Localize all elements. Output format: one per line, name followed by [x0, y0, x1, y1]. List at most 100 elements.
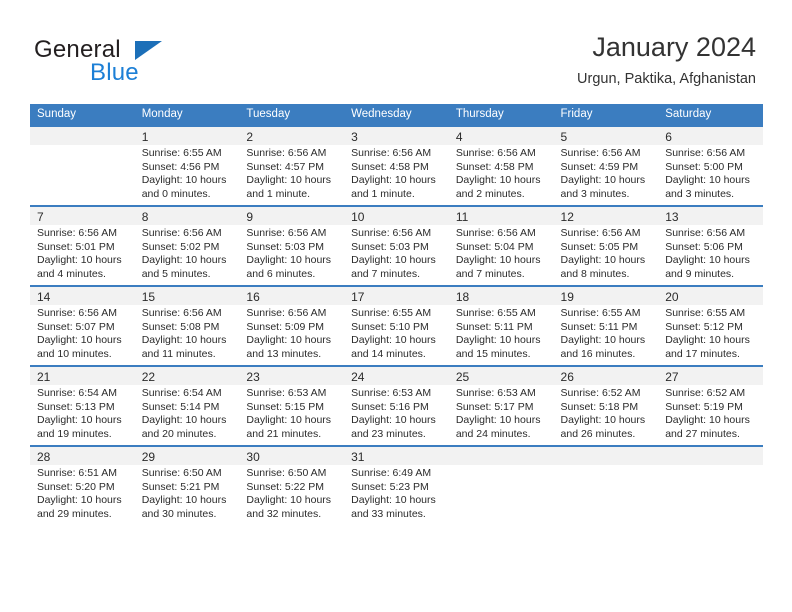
sunrise-text: Sunrise: 6:56 AM [665, 227, 746, 239]
weekday-header-thursday: Thursday [448, 104, 554, 125]
day-number: 7 [30, 205, 135, 225]
day-inner: 28 Sunrise: 6:51 AM Sunset: 5:20 PM Dayligh… [30, 445, 135, 525]
day-number: 18 [448, 285, 554, 305]
calendar-day-cell[interactable]: 31 Sunrise: 6:49 AM Sunset: 5:23 PM Dayligh… [344, 445, 449, 525]
page-header: General Blue January 2024 Urgun, Paktika… [0, 0, 792, 100]
sunrise-text: Sunrise: 6:51 AM [37, 467, 117, 479]
day-details: Sunrise: 6:52 AM Sunset: 5:18 PM Daylight:… [554, 385, 659, 441]
calendar-day-cell[interactable]: 1 Sunrise: 6:55 AM Sunset: 4:56 PM Daylight… [134, 125, 240, 205]
day-inner: 13 Sunrise: 6:56 AM Sunset: 5:06 PM Dayligh… [658, 205, 763, 285]
calendar-day-cell[interactable]: 12 Sunrise: 6:56 AM Sunset: 5:05 PM Dayligh… [553, 205, 659, 285]
page-title: January 2024 [592, 32, 756, 62]
daylight-text: Daylight: 10 hours and 3 minutes. [665, 174, 750, 200]
calendar-day-cell[interactable]: 19 Sunrise: 6:55 AM Sunset: 5:11 PM Dayligh… [553, 285, 659, 365]
day-details: Sunrise: 6:56 AM Sunset: 5:08 PM Daylight:… [135, 305, 240, 361]
daylight-text: Daylight: 10 hours and 1 minute. [246, 174, 332, 200]
day-inner: 21 Sunrise: 6:54 AM Sunset: 5:13 PM Dayligh… [30, 365, 135, 445]
calendar-day-cell[interactable]: 24 Sunrise: 6:53 AM Sunset: 5:16 PM Dayligh… [344, 365, 449, 445]
calendar-day-cell[interactable]: 6 Sunrise: 6:56 AM Sunset: 5:00 PM Daylight… [658, 125, 763, 205]
sunset-text: Sunset: 4:56 PM [141, 160, 220, 173]
calendar-day-cell[interactable]: 4 Sunrise: 6:56 AM Sunset: 4:58 PM Daylight… [448, 125, 554, 205]
calendar-day-cell[interactable]: 18 Sunrise: 6:55 AM Sunset: 5:11 PM Dayligh… [448, 285, 554, 365]
day-details: Sunrise: 6:55 AM Sunset: 5:11 PM Daylight:… [449, 305, 554, 361]
day-number: 6 [658, 125, 763, 145]
daylight-text: Daylight: 10 hours and 29 minutes. [37, 494, 122, 520]
daylight-text: Daylight: 10 hours and 4 minutes. [37, 254, 122, 280]
day-number: 16 [239, 285, 345, 305]
sunset-text: Sunset: 4:58 PM [351, 160, 429, 173]
day-details: Sunrise: 6:56 AM Sunset: 4:58 PM Daylight:… [344, 145, 449, 201]
calendar-day-cell[interactable]: 27 Sunrise: 6:52 AM Sunset: 5:19 PM Dayligh… [658, 365, 763, 445]
sunset-text: Sunset: 4:59 PM [560, 160, 639, 173]
calendar-day-cell[interactable]: 29 Sunrise: 6:50 AM Sunset: 5:21 PM Dayligh… [134, 445, 240, 525]
day-number [658, 445, 763, 465]
calendar-day-cell[interactable]: 8 Sunrise: 6:56 AM Sunset: 5:02 PM Daylight… [134, 205, 240, 285]
day-number [553, 445, 659, 465]
logo-triangle-icon [135, 41, 162, 60]
daylight-text: Daylight: 10 hours and 26 minutes. [560, 414, 646, 440]
weekday-header-friday: Friday [553, 104, 659, 125]
calendar-day-cell[interactable]: 15 Sunrise: 6:56 AM Sunset: 5:08 PM Dayligh… [134, 285, 240, 365]
sunset-text: Sunset: 5:23 PM [351, 480, 429, 493]
calendar-day-cell[interactable]: 23 Sunrise: 6:53 AM Sunset: 5:15 PM Dayligh… [239, 365, 345, 445]
calendar-day-cell[interactable]: 7 Sunrise: 6:56 AM Sunset: 5:01 PM Daylight… [30, 205, 135, 285]
sunset-text: Sunset: 5:19 PM [665, 400, 743, 413]
day-details: Sunrise: 6:56 AM Sunset: 5:09 PM Daylight:… [239, 305, 344, 361]
day-inner: 18 Sunrise: 6:55 AM Sunset: 5:11 PM Dayligh… [448, 285, 554, 365]
day-details: Sunrise: 6:56 AM Sunset: 5:04 PM Daylight:… [449, 225, 554, 281]
calendar-day-cell[interactable]: 11 Sunrise: 6:56 AM Sunset: 5:04 PM Dayligh… [448, 205, 554, 285]
day-number: 30 [239, 445, 345, 465]
day-inner: 6 Sunrise: 6:56 AM Sunset: 5:00 PM Daylight… [658, 125, 763, 205]
sunset-text: Sunset: 5:13 PM [37, 400, 115, 413]
day-inner: 27 Sunrise: 6:52 AM Sunset: 5:19 PM Dayligh… [658, 365, 763, 445]
calendar-day-cell[interactable]: 13 Sunrise: 6:56 AM Sunset: 5:06 PM Dayligh… [658, 205, 763, 285]
day-inner: 26 Sunrise: 6:52 AM Sunset: 5:18 PM Dayligh… [553, 365, 659, 445]
day-inner: 11 Sunrise: 6:56 AM Sunset: 5:04 PM Dayligh… [448, 205, 554, 285]
daylight-text: Daylight: 10 hours and 7 minutes. [455, 254, 541, 280]
calendar-page: General Blue January 2024 Urgun, Paktika… [0, 0, 792, 612]
day-inner: 3 Sunrise: 6:56 AM Sunset: 4:58 PM Daylight… [344, 125, 449, 205]
daylight-text: Daylight: 10 hours and 8 minutes. [560, 254, 646, 280]
sunrise-text: Sunrise: 6:56 AM [141, 227, 222, 239]
daylight-text: Daylight: 10 hours and 21 minutes. [246, 414, 332, 440]
calendar-day-cell[interactable]: 26 Sunrise: 6:52 AM Sunset: 5:18 PM Dayligh… [553, 365, 659, 445]
calendar-day-cell[interactable]: 17 Sunrise: 6:55 AM Sunset: 5:10 PM Dayligh… [344, 285, 449, 365]
daylight-text: Daylight: 10 hours and 27 minutes. [665, 414, 750, 440]
calendar-day-cell[interactable]: 14 Sunrise: 6:56 AM Sunset: 5:07 PM Dayligh… [30, 285, 135, 365]
calendar-day-cell[interactable]: 21 Sunrise: 6:54 AM Sunset: 5:13 PM Dayligh… [30, 365, 135, 445]
sunset-text: Sunset: 5:15 PM [246, 400, 325, 413]
day-number: 28 [30, 445, 135, 465]
sunset-text: Sunset: 5:02 PM [141, 240, 220, 253]
sunset-text: Sunset: 5:03 PM [246, 240, 325, 253]
day-inner: 5 Sunrise: 6:56 AM Sunset: 4:59 PM Daylight… [553, 125, 659, 205]
sunrise-text: Sunrise: 6:56 AM [351, 147, 432, 159]
calendar-day-cell[interactable]: 3 Sunrise: 6:56 AM Sunset: 4:58 PM Daylight… [344, 125, 449, 205]
calendar-day-cell[interactable]: 20 Sunrise: 6:55 AM Sunset: 5:12 PM Dayligh… [658, 285, 763, 365]
day-details: Sunrise: 6:56 AM Sunset: 5:00 PM Daylight:… [658, 145, 763, 201]
day-details: Sunrise: 6:51 AM Sunset: 5:20 PM Daylight:… [30, 465, 135, 521]
day-details: Sunrise: 6:55 AM Sunset: 4:56 PM Daylight:… [135, 145, 240, 201]
day-inner [553, 445, 659, 525]
daylight-text: Daylight: 10 hours and 32 minutes. [246, 494, 332, 520]
day-details: Sunrise: 6:56 AM Sunset: 5:06 PM Daylight:… [658, 225, 763, 281]
daylight-text: Daylight: 10 hours and 1 minute. [351, 174, 436, 200]
calendar-day-cell[interactable]: 22 Sunrise: 6:54 AM Sunset: 5:14 PM Dayligh… [134, 365, 240, 445]
weekday-header-sunday: Sunday [30, 104, 135, 125]
sunset-text: Sunset: 5:16 PM [351, 400, 429, 413]
calendar-day-cell[interactable]: 28 Sunrise: 6:51 AM Sunset: 5:20 PM Dayligh… [30, 445, 135, 525]
sunset-text: Sunset: 4:58 PM [455, 160, 534, 173]
day-details: Sunrise: 6:56 AM Sunset: 4:58 PM Daylight:… [449, 145, 554, 201]
calendar-day-cell[interactable]: 25 Sunrise: 6:53 AM Sunset: 5:17 PM Dayligh… [448, 365, 554, 445]
calendar-day-cell[interactable]: 5 Sunrise: 6:56 AM Sunset: 4:59 PM Daylight… [553, 125, 659, 205]
calendar-day-cell[interactable]: 16 Sunrise: 6:56 AM Sunset: 5:09 PM Dayligh… [239, 285, 345, 365]
day-inner: 2 Sunrise: 6:56 AM Sunset: 4:57 PM Daylight… [239, 125, 345, 205]
day-inner: 12 Sunrise: 6:56 AM Sunset: 5:05 PM Dayligh… [553, 205, 659, 285]
title-block: January 2024 Urgun, Paktika, Afghanistan [577, 30, 756, 90]
calendar-day-cell[interactable]: 9 Sunrise: 6:56 AM Sunset: 5:03 PM Daylight… [239, 205, 345, 285]
day-details: Sunrise: 6:49 AM Sunset: 5:23 PM Daylight:… [344, 465, 449, 521]
general-blue-logo[interactable]: General Blue [34, 36, 234, 86]
calendar-day-cell[interactable]: 10 Sunrise: 6:56 AM Sunset: 5:03 PM Dayligh… [344, 205, 449, 285]
day-details: Sunrise: 6:52 AM Sunset: 5:19 PM Daylight:… [658, 385, 763, 441]
calendar-day-cell[interactable]: 30 Sunrise: 6:50 AM Sunset: 5:22 PM Dayligh… [239, 445, 345, 525]
calendar-day-cell[interactable]: 2 Sunrise: 6:56 AM Sunset: 4:57 PM Daylight… [239, 125, 345, 205]
